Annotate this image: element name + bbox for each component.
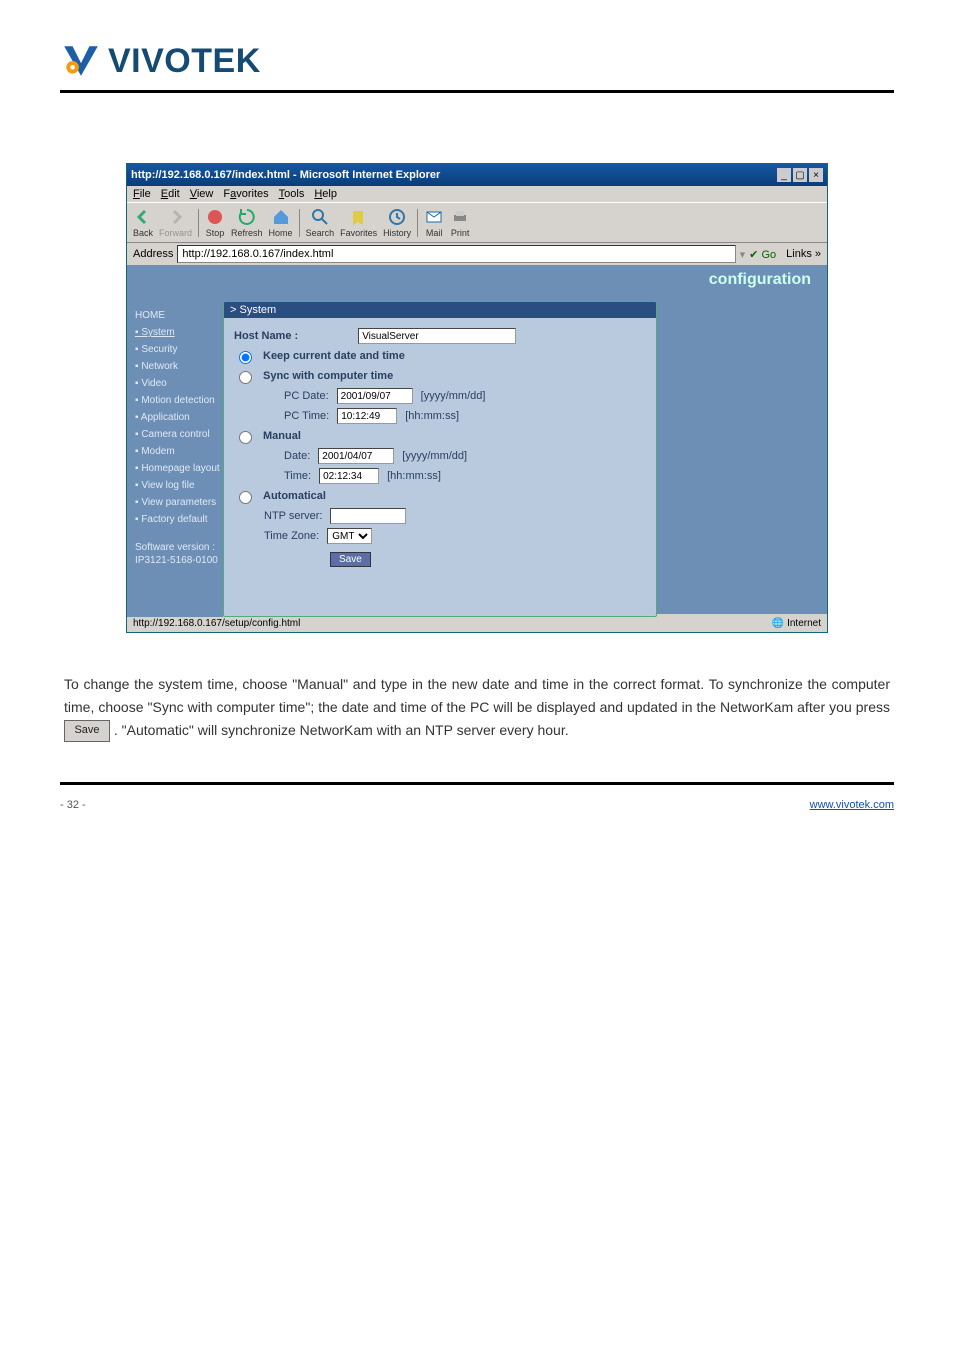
nav-network[interactable]: Network [135,358,223,375]
nav-factory-default[interactable]: Factory default [135,511,223,528]
nav-system[interactable]: System [135,324,223,341]
pc-time-input[interactable] [337,408,397,424]
m-date-hint: [yyyy/mm/dd] [402,450,467,462]
window-title: http://192.168.0.167/index.html - Micros… [131,169,440,181]
stop-button[interactable]: Stop [205,207,225,238]
panel-save-button[interactable]: Save [330,552,371,567]
page-body: configuration HOME System Security Netwo… [127,265,827,613]
nav-camera-control[interactable]: Camera control [135,426,223,443]
nav-view-log[interactable]: View log file [135,477,223,494]
label-keep: Keep current date and time [263,350,405,362]
address-input[interactable] [177,245,735,263]
address-label: Address [133,248,173,260]
m-time-input[interactable] [319,468,379,484]
ntp-input[interactable] [330,508,406,524]
nav-modem[interactable]: Modem [135,443,223,460]
page-number: - 32 - [60,799,86,811]
tz-label: Time Zone: [264,530,319,542]
pc-time-hint: [hh:mm:ss] [405,410,459,422]
close-icon[interactable]: × [809,168,823,182]
menu-tools[interactable]: Tools [279,188,305,200]
sidebar: HOME System Security Network Video Motio… [127,301,223,617]
system-panel: > System Host Name : Keep current date a… [223,301,657,617]
nav-video[interactable]: Video [135,375,223,392]
go-button[interactable]: ✔ Go [749,248,776,261]
footer-link[interactable]: www.vivotek.com [810,799,894,811]
label-auto: Automatical [263,490,326,502]
links-label[interactable]: Links » [786,248,821,260]
tz-select[interactable]: GMT [327,528,372,544]
radio-sync[interactable] [239,371,252,384]
browser-window: http://192.168.0.167/index.html - Micros… [126,163,828,633]
menu-favorites[interactable]: Favorites [223,188,268,200]
m-date-input[interactable] [318,448,394,464]
host-name-label: Host Name : [234,330,298,342]
status-left: http://192.168.0.167/setup/config.html [133,618,300,629]
vivotek-logo: VIVOTEK [60,40,894,82]
body-copy: To change the system time, choose "Manua… [64,673,890,742]
nav-homepage-layout[interactable]: Homepage layout [135,460,223,477]
nav-security[interactable]: Security [135,341,223,358]
nav-view-params[interactable]: View parameters [135,494,223,511]
pc-date-hint: [yyyy/mm/dd] [421,390,486,402]
page-title: configuration [127,265,827,301]
m-time-hint: [hh:mm:ss] [387,470,441,482]
panel-header: > System [224,302,656,318]
pc-time-label: PC Time: [284,410,329,422]
back-button[interactable]: Back [133,207,153,238]
footer: - 32 - www.vivotek.com [60,799,894,811]
address-bar: Address ▾ ✔ Go Links » [127,243,827,265]
menu-help[interactable]: Help [314,188,337,200]
maximize-icon[interactable]: ▢ [793,168,807,182]
toolbar: Back Forward Stop Refresh Home Search Fa… [127,202,827,243]
save-button-image: Save [64,720,110,742]
nav-motion[interactable]: Motion detection [135,392,223,409]
rule-bottom [60,782,894,785]
pc-date-label: PC Date: [284,390,329,402]
refresh-button[interactable]: Refresh [231,207,263,238]
favorites-button[interactable]: Favorites [340,207,377,238]
nav-application[interactable]: Application [135,409,223,426]
status-right: 🌐 Internet [772,618,821,629]
titlebar: http://192.168.0.167/index.html - Micros… [127,164,827,186]
logo-icon [60,40,102,82]
m-time-label: Time: [284,470,311,482]
ntp-label: NTP server: [264,510,322,522]
host-name-input[interactable] [358,328,516,344]
mail-button[interactable]: Mail [424,207,444,238]
logo-text: VIVOTEK [108,42,261,81]
label-sync: Sync with computer time [263,370,393,382]
history-button[interactable]: History [383,207,411,238]
pc-date-input[interactable] [337,388,413,404]
menubar: File Edit View Favorites Tools Help [127,186,827,202]
print-button[interactable]: Print [450,207,470,238]
rule-top [60,90,894,93]
menu-edit[interactable]: Edit [161,188,180,200]
m-date-label: Date: [284,450,310,462]
home-button[interactable]: Home [269,207,293,238]
minimize-icon[interactable]: _ [777,168,791,182]
radio-keep[interactable] [239,351,252,364]
label-manual: Manual [263,430,301,442]
menu-file[interactable]: File [133,188,151,200]
radio-auto[interactable] [239,491,252,504]
radio-manual[interactable] [239,431,252,444]
search-button[interactable]: Search [306,207,335,238]
software-version: Software version :IP3121-5168-0100 [135,538,223,570]
nav-home[interactable]: HOME [135,307,223,324]
forward-button[interactable]: Forward [159,207,192,238]
menu-view[interactable]: View [190,188,214,200]
